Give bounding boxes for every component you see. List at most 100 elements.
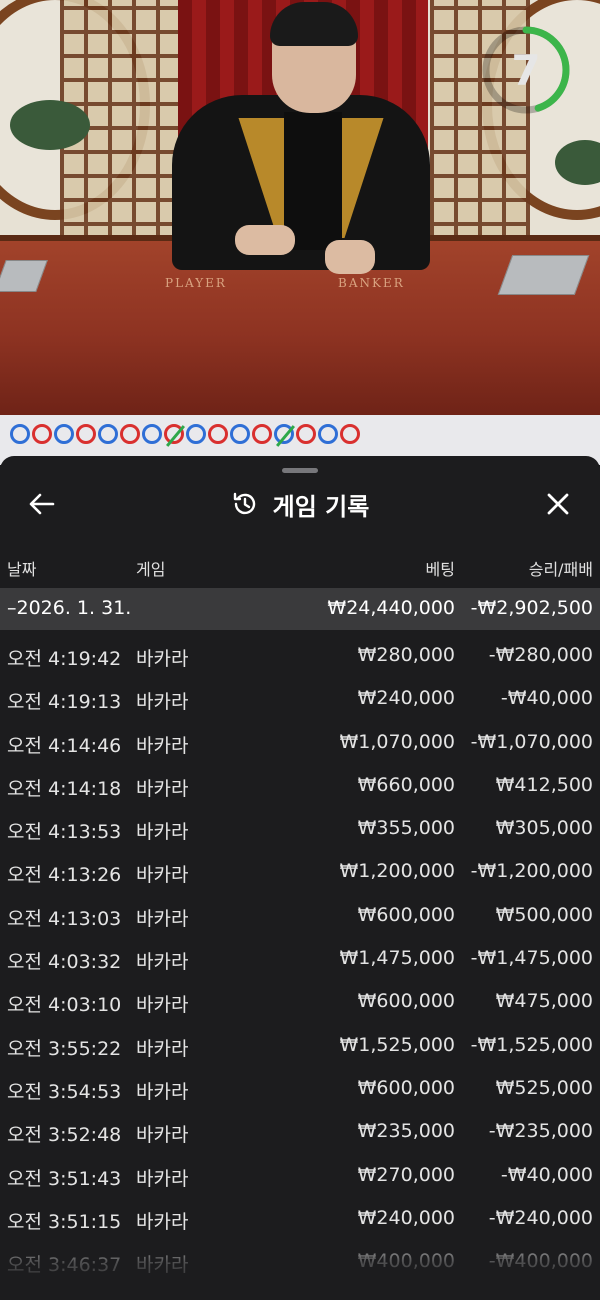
bead-banker [120, 424, 140, 444]
bead-banker [252, 424, 272, 444]
bead-player [98, 424, 118, 444]
row-time: 오전 4:19:42 [7, 648, 122, 670]
bead-banker [340, 424, 360, 444]
left-bonsai [10, 100, 90, 150]
row-time: 오전 4:19:13 [7, 691, 122, 714]
history-row[interactable]: 오전 4:14:18 바카라 ₩660,000 ₩412,500 [0, 766, 600, 809]
history-row[interactable]: 오전 3:51:43 바카라 ₩270,000 -₩40,000 [0, 1156, 600, 1199]
list-fade-overlay [0, 1232, 600, 1300]
tie-mark [165, 425, 186, 447]
arrow-left-icon [29, 493, 55, 515]
row-time: 오전 4:14:46 [7, 734, 122, 757]
bead-player [318, 424, 338, 444]
row-result: -₩280,000 [488, 644, 593, 666]
row-time: 오전 4:03:10 [7, 994, 122, 1017]
row-result: -₩1,475,000 [470, 947, 593, 970]
card-shoe [497, 255, 590, 295]
bead-banker [208, 424, 228, 444]
back-button[interactable] [20, 482, 64, 526]
history-row[interactable]: 오전 3:55:22 바카라 ₩1,525,000 -₩1,525,000 [0, 1026, 600, 1069]
row-bet: ₩235,000 [357, 1120, 455, 1143]
bead-banker [32, 424, 52, 444]
row-time: 오전 4:14:18 [7, 777, 122, 800]
row-bet: ₩240,000 [357, 1206, 455, 1229]
row-game: 바카라 [136, 1037, 189, 1060]
row-result: -₩40,000 [500, 687, 593, 710]
history-row[interactable]: 오전 4:03:10 바카라 ₩600,000 ₩475,000 [0, 982, 600, 1025]
dealer-shirt [284, 112, 342, 250]
bead-player [54, 424, 74, 444]
table-label-banker: BANKER [338, 276, 405, 290]
bead-player [186, 424, 206, 444]
row-result: -₩1,525,000 [470, 1033, 593, 1056]
row-bet: ₩240,000 [357, 687, 455, 710]
row-game: 바카라 [136, 777, 189, 800]
bet-countdown-timer: 7 [482, 22, 578, 118]
close-icon [547, 493, 569, 515]
bead-banker [164, 424, 186, 447]
row-game: 바카라 [136, 1124, 189, 1147]
header-bet: 베팅 [425, 560, 455, 579]
bead-player [230, 424, 250, 444]
row-game: 바카라 [136, 951, 189, 974]
bead-road-row [10, 424, 360, 450]
row-time: 오전 3:51:43 [7, 1167, 122, 1190]
row-result: ₩475,000 [495, 990, 593, 1013]
history-row[interactable]: 오전 4:03:32 바카라 ₩1,475,000 -₩1,475,000 [0, 939, 600, 982]
history-row[interactable]: 오전 3:54:53 바카라 ₩600,000 ₩525,000 [0, 1069, 600, 1112]
row-game: 바카라 [136, 821, 189, 844]
row-game: 바카라 [136, 994, 189, 1017]
header-result: 승리/패배 [528, 560, 593, 579]
row-bet: ₩600,000 [357, 1076, 455, 1099]
header-date: 날짜 [7, 560, 37, 579]
row-result: ₩305,000 [495, 817, 593, 840]
history-row[interactable]: 오전 4:14:46 바카라 ₩1,070,000 -₩1,070,000 [0, 723, 600, 766]
row-result: -₩40,000 [500, 1163, 593, 1186]
tie-mark [275, 425, 296, 447]
row-time: 오전 4:13:53 [7, 821, 122, 844]
row-result: -₩240,000 [488, 1206, 593, 1229]
row-bet: ₩1,525,000 [339, 1033, 455, 1056]
row-time: 오전 3:54:53 [7, 1080, 122, 1103]
row-result: -₩1,070,000 [470, 730, 593, 753]
bead-player [274, 424, 296, 447]
bead-banker [296, 424, 316, 444]
history-row[interactable]: 오전 4:19:13 바카라 ₩240,000 -₩40,000 [0, 679, 600, 722]
history-row[interactable]: 오전 4:13:03 바카라 ₩600,000 ₩500,000 [0, 896, 600, 939]
table-header: 날짜 게임 베팅 승리/패배 [0, 550, 600, 584]
row-result: ₩412,500 [495, 773, 593, 796]
row-bet: ₩1,200,000 [339, 860, 455, 883]
row-time: 오전 4:13:26 [7, 864, 122, 887]
row-time: 오전 3:55:22 [7, 1037, 122, 1060]
table-label-player: PLAYER [165, 276, 227, 290]
row-time: 오전 3:52:48 [7, 1124, 122, 1147]
row-bet: ₩600,000 [357, 990, 455, 1013]
history-list: 오전 4:19:42 바카라 ₩280,000 -₩280,000 오전 4:1… [0, 636, 600, 1285]
row-bet: ₩1,070,000 [339, 730, 455, 753]
history-row[interactable]: 오전 4:13:53 바카라 ₩355,000 ₩305,000 [0, 809, 600, 852]
row-time: 오전 4:03:32 [7, 951, 122, 974]
header-game: 게임 [136, 560, 166, 579]
summary-bet-total: ₩24,440,000 [327, 597, 455, 619]
row-result: -₩1,200,000 [470, 860, 593, 883]
dealer-hair [270, 2, 358, 46]
live-video-feed: PLAYER BANKER 7 [0, 0, 600, 415]
history-row[interactable]: 오전 4:19:42 바카라 ₩280,000 -₩280,000 [0, 636, 600, 679]
countdown-number: 7 [511, 45, 541, 95]
bead-player [10, 424, 30, 444]
sheet-drag-handle[interactable] [282, 468, 318, 473]
history-row[interactable]: 오전 4:13:26 바카라 ₩1,200,000 -₩1,200,000 [0, 852, 600, 895]
row-game: 바카라 [136, 648, 189, 670]
date-summary-row[interactable]: –2026. 1. 31. ₩24,440,000 -₩2,902,500 [0, 588, 600, 630]
row-bet: ₩355,000 [357, 817, 455, 840]
row-game: 바카라 [136, 864, 189, 887]
row-game: 바카라 [136, 691, 189, 714]
dealer-hand-left [235, 225, 295, 255]
row-bet: ₩1,475,000 [339, 947, 455, 970]
bead-banker [76, 424, 96, 444]
row-game: 바카라 [136, 907, 189, 930]
history-row[interactable]: 오전 3:52:48 바카라 ₩235,000 -₩235,000 [0, 1112, 600, 1155]
close-button[interactable] [536, 482, 580, 526]
row-bet: ₩270,000 [357, 1163, 455, 1186]
row-bet: ₩600,000 [357, 903, 455, 926]
